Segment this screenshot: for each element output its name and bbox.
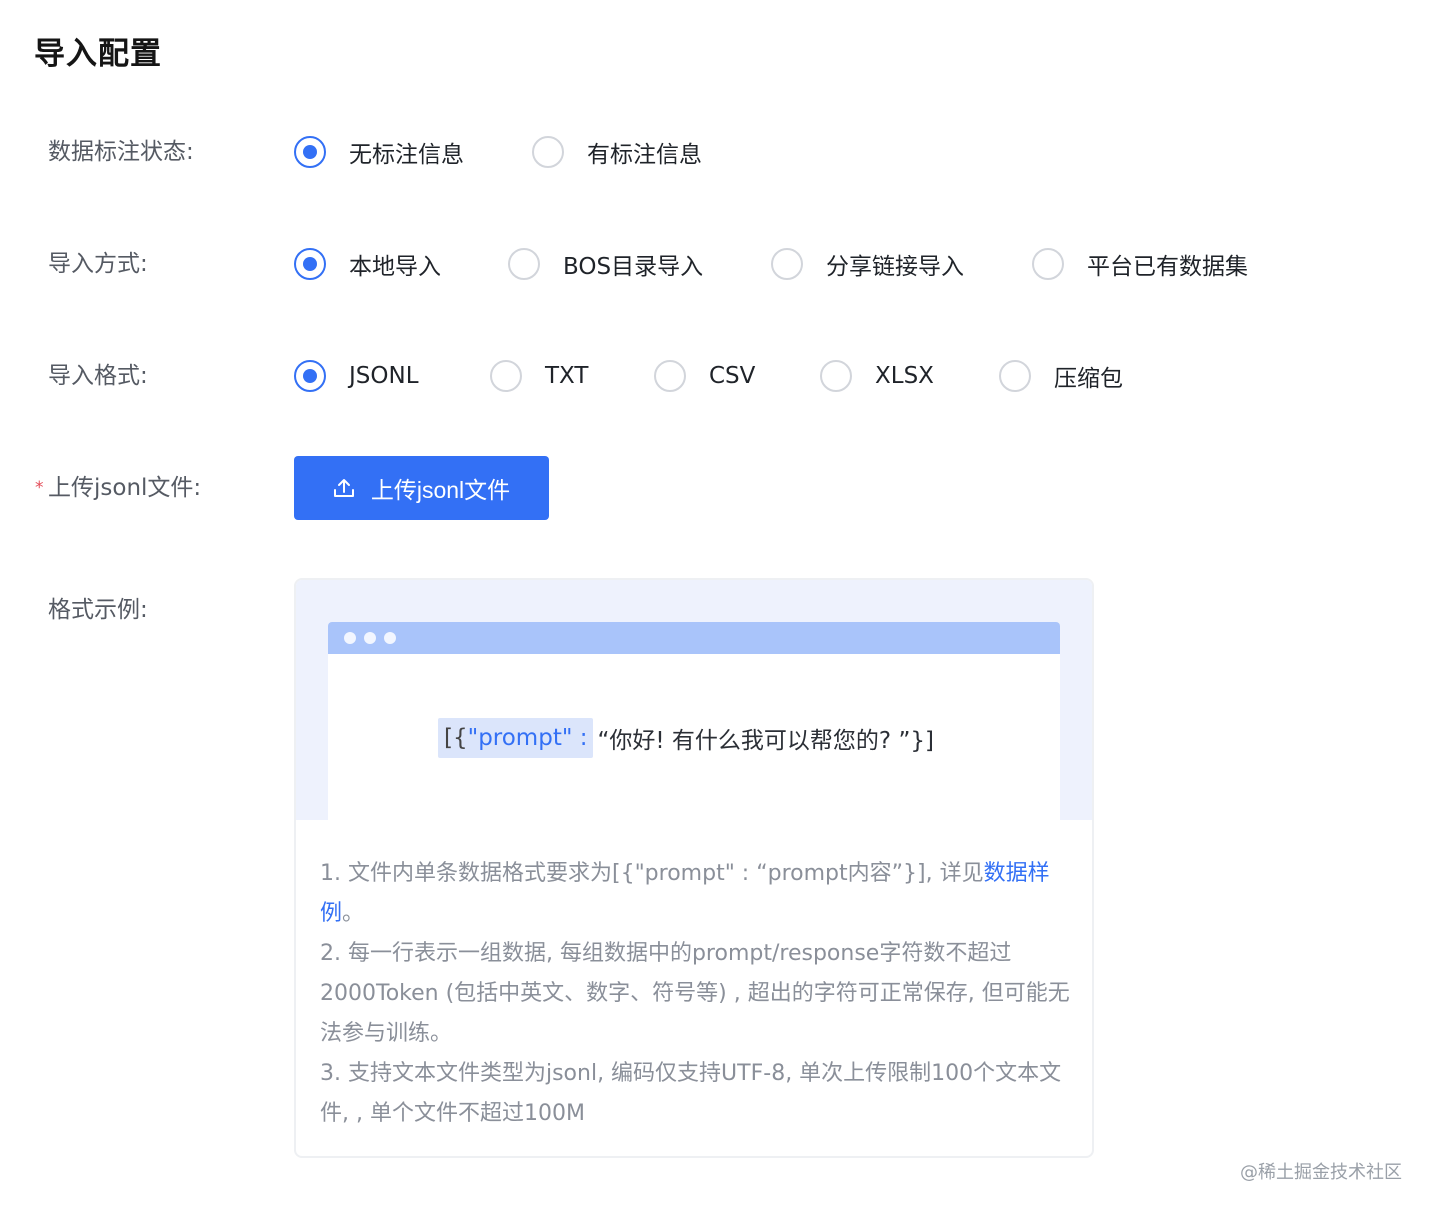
radio-checked-icon[interactable] [294,136,326,168]
upload-icon [333,477,355,499]
note-line-1-text: 1. 文件内单条数据格式要求为[{"prompt" : “prompt内容”}]… [320,861,984,886]
radio-label: TXT [545,363,589,389]
page-title: 导入配置 [34,36,162,72]
radio-local-import[interactable]: 本地导入 [294,244,441,284]
radio-label: JSONL [349,363,419,389]
annotation-status-label: 数据标注状态: [48,139,194,165]
radio-txt[interactable]: TXT [490,356,588,396]
radio-csv[interactable]: CSV [654,356,755,396]
radio-unchecked-icon[interactable] [654,360,686,392]
note-line-3: 3. 支持文本文件类型为jsonl, 编码仅支持UTF-8, 单次上传限制100… [320,1061,1062,1126]
sample-value: “你好! 有什么我可以帮您的? ”}] [597,728,934,754]
radio-unchecked-icon[interactable] [999,360,1031,392]
radio-label: CSV [709,363,756,389]
radio-archive[interactable]: 压缩包 [999,356,1123,396]
format-notes: 1. 文件内单条数据格式要求为[{"prompt" : “prompt内容”}]… [320,854,1072,1134]
radio-checked-icon[interactable] [294,360,326,392]
note-line-1: 1. 文件内单条数据格式要求为[{"prompt" : “prompt内容”}]… [320,854,1072,934]
import-format-row: 导入格式: JSONL TXT CSV XLSX 压缩包 [0,356,1432,396]
window-dot-icon [344,632,356,644]
radio-label: 本地导入 [349,254,441,280]
radio-xlsx[interactable]: XLSX [820,356,934,396]
required-mark: * [35,478,44,498]
radio-unchecked-icon[interactable] [820,360,852,392]
radio-label: 分享链接导入 [826,254,964,280]
radio-unchecked-icon[interactable] [490,360,522,392]
import-method-row: 导入方式: 本地导入 BOS目录导入 分享链接导入 平台已有数据集 [0,244,1432,284]
upload-button-label: 上传jsonl文件 [370,477,511,503]
radio-unchecked-icon[interactable] [1032,248,1064,280]
note-line-1-end: 。 [342,901,365,926]
radio-label: BOS目录导入 [563,254,704,280]
radio-has-annotation[interactable]: 有标注信息 [532,132,702,172]
radio-label: 平台已有数据集 [1087,254,1248,280]
note-line-2: 2. 每一行表示一组数据, 每组数据中的prompt/response字符数不超… [320,941,1070,1046]
window-dot-icon [384,632,396,644]
sample-bracket: [{ [444,725,468,751]
upload-row: * 上传jsonl文件: [0,468,1432,508]
format-example-card: [{"prompt" : “你好! 有什么我可以帮您的? ”}] 1. 文件内单… [294,578,1094,1158]
radio-unchecked-icon[interactable] [771,248,803,280]
radio-label: 有标注信息 [587,142,702,168]
sample-json-line: [{"prompt" : “你好! 有什么我可以帮您的? ”}] [438,718,934,758]
radio-no-annotation[interactable]: 无标注信息 [294,132,464,172]
radio-label: 无标注信息 [349,142,464,168]
example-preview: [{"prompt" : “你好! 有什么我可以帮您的? ”}] [296,580,1092,820]
radio-share-link-import[interactable]: 分享链接导入 [771,244,964,284]
upload-jsonl-button[interactable]: 上传jsonl文件 [294,456,549,520]
radio-bos-import[interactable]: BOS目录导入 [508,244,703,284]
import-method-label: 导入方式: [48,251,148,277]
radio-unchecked-icon[interactable] [532,136,564,168]
sample-key-highlight: [{"prompt" : [438,718,594,758]
upload-label: 上传jsonl文件: [48,475,202,501]
mock-titlebar [328,622,1060,654]
radio-label: XLSX [875,363,934,389]
radio-label: 压缩包 [1054,366,1123,392]
watermark: @稀土掘金技术社区 [1240,1162,1402,1183]
format-example-label: 格式示例: [48,597,148,623]
radio-jsonl[interactable]: JSONL [294,356,419,396]
mock-window: [{"prompt" : “你好! 有什么我可以帮您的? ”}] [328,622,1060,820]
import-format-label: 导入格式: [48,363,148,389]
radio-unchecked-icon[interactable] [508,248,540,280]
radio-platform-dataset[interactable]: 平台已有数据集 [1032,244,1248,284]
radio-checked-icon[interactable] [294,248,326,280]
sample-key: "prompt" : [467,725,588,751]
window-dot-icon [364,632,376,644]
annotation-status-row: 数据标注状态: 无标注信息 有标注信息 [0,132,1432,172]
